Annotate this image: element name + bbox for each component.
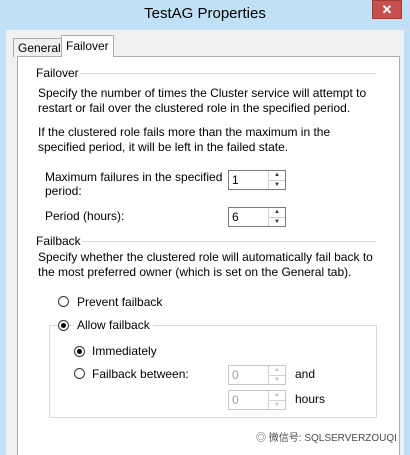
stepper-up-icon[interactable]: ▲ — [269, 366, 285, 376]
immediately-label[interactable]: Immediately — [92, 344, 157, 358]
failover-heading: Failover — [36, 66, 79, 80]
period-stepper[interactable]: 6 ▲ ▼ — [228, 207, 286, 227]
title-bar[interactable]: TestAG Properties ✕ — [0, 0, 410, 30]
tab-failover[interactable]: Failover — [61, 35, 114, 57]
stepper-up-icon[interactable]: ▲ — [269, 171, 285, 181]
failback-between-label[interactable]: Failback between: — [92, 367, 189, 381]
failover-description-1: Specify the number of times the Cluster … — [38, 86, 367, 115]
watermark: ◎ 微信号: SQLSERVERZOUQI — [256, 429, 397, 444]
failback-start-stepper[interactable]: 0 ▲ ▼ — [228, 365, 286, 385]
window-title: TestAG Properties — [144, 5, 266, 22]
stepper-up-icon[interactable]: ▲ — [269, 208, 285, 218]
immediately-radio[interactable] — [74, 346, 85, 357]
allow-failback-radio[interactable] — [58, 320, 69, 331]
stepper-down-icon[interactable]: ▼ — [269, 218, 285, 227]
prevent-failback-radio[interactable] — [58, 296, 69, 307]
failback-heading: Failback — [36, 234, 81, 248]
failover-divider — [80, 73, 376, 74]
allow-failback-label[interactable]: Allow failback — [74, 318, 153, 332]
failback-end-stepper[interactable]: 0 ▲ ▼ — [228, 390, 286, 410]
max-failures-value[interactable]: 1 — [232, 173, 239, 187]
period-value[interactable]: 6 — [232, 210, 239, 224]
failback-divider — [82, 241, 376, 242]
tab-general[interactable]: General — [13, 38, 66, 57]
close-icon: ✕ — [381, 2, 393, 17]
max-failures-stepper[interactable]: 1 ▲ ▼ — [228, 170, 286, 190]
max-failures-label: Maximum failures in the specified period… — [45, 170, 223, 198]
failback-description: Specify whether the clustered role will … — [38, 250, 373, 279]
stepper-down-icon[interactable]: ▼ — [269, 401, 285, 410]
and-label: and — [295, 367, 316, 381]
wechat-icon: ◎ — [256, 433, 266, 444]
failback-between-radio[interactable] — [74, 368, 85, 379]
failover-description-2: If the clustered role fails more than th… — [38, 125, 331, 154]
stepper-down-icon[interactable]: ▼ — [269, 181, 285, 190]
failback-end-value[interactable]: 0 — [232, 393, 239, 407]
watermark-text: 微信号: SQLSERVERZOUQI — [268, 433, 397, 444]
stepper-up-icon[interactable]: ▲ — [269, 391, 285, 401]
prevent-failback-label[interactable]: Prevent failback — [77, 295, 162, 309]
failback-start-value[interactable]: 0 — [232, 368, 239, 382]
stepper-down-icon[interactable]: ▼ — [269, 376, 285, 385]
hours-label: hours — [295, 392, 326, 406]
period-label: Period (hours): — [45, 209, 125, 223]
close-button[interactable]: ✕ — [372, 0, 402, 19]
